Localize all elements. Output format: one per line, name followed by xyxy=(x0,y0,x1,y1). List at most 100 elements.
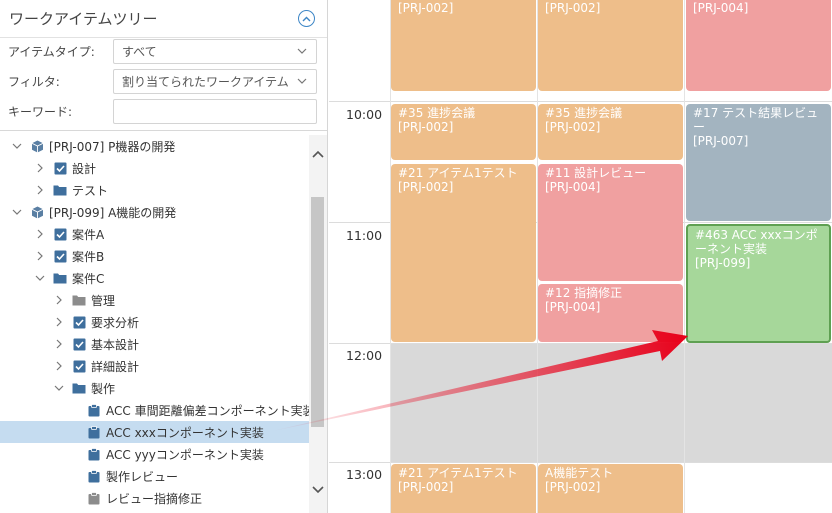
chevron-right-icon[interactable] xyxy=(52,315,66,329)
calendar-event[interactable]: #463 ACC xxxコンポーネント実装 [PRJ-099] xyxy=(686,224,831,343)
tree-item[interactable]: 基本設計 xyxy=(0,333,309,355)
checkbox-icon xyxy=(72,337,86,351)
calendar-event[interactable]: #21 アイテム1テスト [PRJ-002] xyxy=(391,464,536,513)
divider xyxy=(0,130,327,131)
clipboard-grey-icon xyxy=(87,491,101,505)
tree-item-label: ACC 車間距離偏差コンポーネント実装 xyxy=(106,403,309,418)
tree-item[interactable]: 詳細設計 xyxy=(0,355,309,377)
tree-item[interactable]: 製作 xyxy=(0,377,309,399)
panel-title: ワークアイテムツリー xyxy=(9,10,158,28)
chevron-down-icon[interactable] xyxy=(33,271,47,285)
event-project: [PRJ-004] xyxy=(545,180,601,194)
chevron-down-icon[interactable] xyxy=(309,481,327,499)
event-title: #463 ACC xxxコンポーネント実装 xyxy=(695,228,818,256)
calendar-event[interactable]: #17 テスト結果レビュー [PRJ-007] xyxy=(686,104,831,221)
event-project: [PRJ-099] xyxy=(695,256,751,270)
hour-line xyxy=(329,101,832,102)
item-type-row: アイテムタイプ: すべて xyxy=(8,38,317,64)
chevron-up-icon[interactable] xyxy=(309,145,327,163)
folder-icon xyxy=(72,381,86,395)
event-title: #21 アイテム1テスト xyxy=(398,466,518,480)
calendar-event[interactable]: #12 指摘修正 [PRJ-004] xyxy=(538,284,683,342)
event-project: [PRJ-002] xyxy=(398,1,454,15)
chevron-right-icon[interactable] xyxy=(33,161,47,175)
tree-item[interactable]: [PRJ-007] P機器の開発 xyxy=(0,135,309,157)
calendar-event[interactable]: [PRJ-004] xyxy=(686,0,831,91)
chevron-right-icon[interactable] xyxy=(52,337,66,351)
folder-icon xyxy=(53,271,67,285)
tree-item-label: 案件C xyxy=(72,271,105,286)
panel-header: ワークアイテムツリー xyxy=(0,0,327,38)
calendar-event[interactable]: #35 進捗会議 [PRJ-002] xyxy=(391,104,536,160)
chevron-down-icon[interactable] xyxy=(52,381,66,395)
chevron-down-icon xyxy=(297,78,307,84)
event-project: [PRJ-002] xyxy=(398,180,454,194)
tree-item[interactable]: 案件A xyxy=(0,223,309,245)
tree-item-label: テスト xyxy=(72,183,109,198)
work-item-tree: [PRJ-007] P機器の開発 設計テスト [PRJ-099] A機能の開発案件A… xyxy=(0,135,309,513)
filter-select[interactable]: 割り当てられたワークアイテム xyxy=(113,68,317,94)
calendar-event[interactable]: #35 進捗会議 [PRJ-002] xyxy=(538,104,683,160)
calendar-event[interactable]: [PRJ-002] xyxy=(538,0,683,91)
keyword-input[interactable] xyxy=(113,98,317,124)
tree-item[interactable]: 案件B xyxy=(0,245,309,267)
tree-item[interactable]: [PRJ-099] A機能の開発 xyxy=(0,201,309,223)
checkbox-icon xyxy=(72,315,86,329)
event-title: A機能テスト xyxy=(545,466,614,480)
scrollbar-thumb[interactable] xyxy=(311,197,324,427)
event-title: #21 アイテム1テスト xyxy=(398,166,518,180)
checkbox-icon xyxy=(53,249,67,263)
tree-item-label: ACC yyyコンポーネント実装 xyxy=(106,447,264,462)
calendar-view: 10:00 11:00 12:00 13:00 [PRJ-002] [PRJ-00… xyxy=(329,0,832,513)
event-title: #35 進捗会議 xyxy=(398,106,476,120)
chevron-right-icon[interactable] xyxy=(33,249,47,263)
cube-icon xyxy=(30,139,44,153)
keyword-label: キーワード: xyxy=(8,104,73,119)
event-project: [PRJ-002] xyxy=(545,480,601,494)
chevron-right-icon[interactable] xyxy=(52,359,66,373)
calendar-event[interactable]: A機能テスト [PRJ-002] xyxy=(538,464,683,513)
calendar-event[interactable]: #21 アイテム1テスト [PRJ-002] xyxy=(391,164,536,342)
chevron-right-icon[interactable] xyxy=(33,227,47,241)
chevron-down-icon xyxy=(297,48,307,54)
calendar-event[interactable]: #11 設計レビュー [PRJ-004] xyxy=(538,164,683,281)
checkbox-icon xyxy=(72,359,86,373)
filter-label: フィルタ: xyxy=(8,74,60,89)
tree-item-label: ACC xxxコンポーネント実装 xyxy=(106,425,264,440)
tree-item[interactable]: 案件C xyxy=(0,267,309,289)
tree-item-label: 案件A xyxy=(72,227,105,242)
tree-item-label: 案件B xyxy=(72,249,105,264)
tree-item-label: レビュー指摘修正 xyxy=(106,491,203,506)
event-project: [PRJ-002] xyxy=(398,120,454,134)
tree-item[interactable]: 製作レビュー xyxy=(0,465,309,487)
checkbox-icon xyxy=(53,161,67,175)
tree-item-label: 基本設計 xyxy=(91,337,140,352)
event-title: #12 指摘修正 xyxy=(545,286,623,300)
tree-item[interactable]: レビュー指摘修正 xyxy=(0,487,309,509)
tree-item[interactable]: ACC xxxコンポーネント実装 xyxy=(0,421,309,443)
time-label: 11:00 xyxy=(346,228,383,243)
chevron-down-icon[interactable] xyxy=(10,139,24,153)
tree-item[interactable]: ACC yyyコンポーネント実装 xyxy=(0,443,309,465)
event-title: #17 テスト結果レビュー xyxy=(693,106,819,134)
filter-row: フィルタ: 割り当てられたワークアイテム xyxy=(8,68,317,94)
tree-item-label: [PRJ-099] A機能の開発 xyxy=(49,205,177,220)
tree-scrollbar[interactable] xyxy=(309,135,327,513)
chevron-down-icon[interactable] xyxy=(10,205,24,219)
tree-item[interactable]: ACC 車間距離偏差コンポーネント実装 xyxy=(0,399,309,421)
chevron-right-icon[interactable] xyxy=(52,293,66,307)
tree-item[interactable]: 設計 xyxy=(0,157,309,179)
calendar-event[interactable]: [PRJ-002] xyxy=(391,0,536,91)
filter-value: 割り当てられたワークアイテム xyxy=(122,74,289,89)
chevron-right-icon[interactable] xyxy=(33,183,47,197)
tree-item[interactable]: テスト xyxy=(0,179,309,201)
tree-item[interactable]: 要求分析 xyxy=(0,311,309,333)
clipboard-icon xyxy=(87,403,101,417)
tree-item[interactable]: 管理 xyxy=(0,289,309,311)
clipboard-icon xyxy=(87,425,101,439)
folder-grey-icon xyxy=(72,293,86,307)
item-type-select[interactable]: すべて xyxy=(113,38,317,64)
event-project: [PRJ-004] xyxy=(545,300,601,314)
checkbox-icon xyxy=(53,227,67,241)
collapse-icon[interactable] xyxy=(298,10,315,27)
